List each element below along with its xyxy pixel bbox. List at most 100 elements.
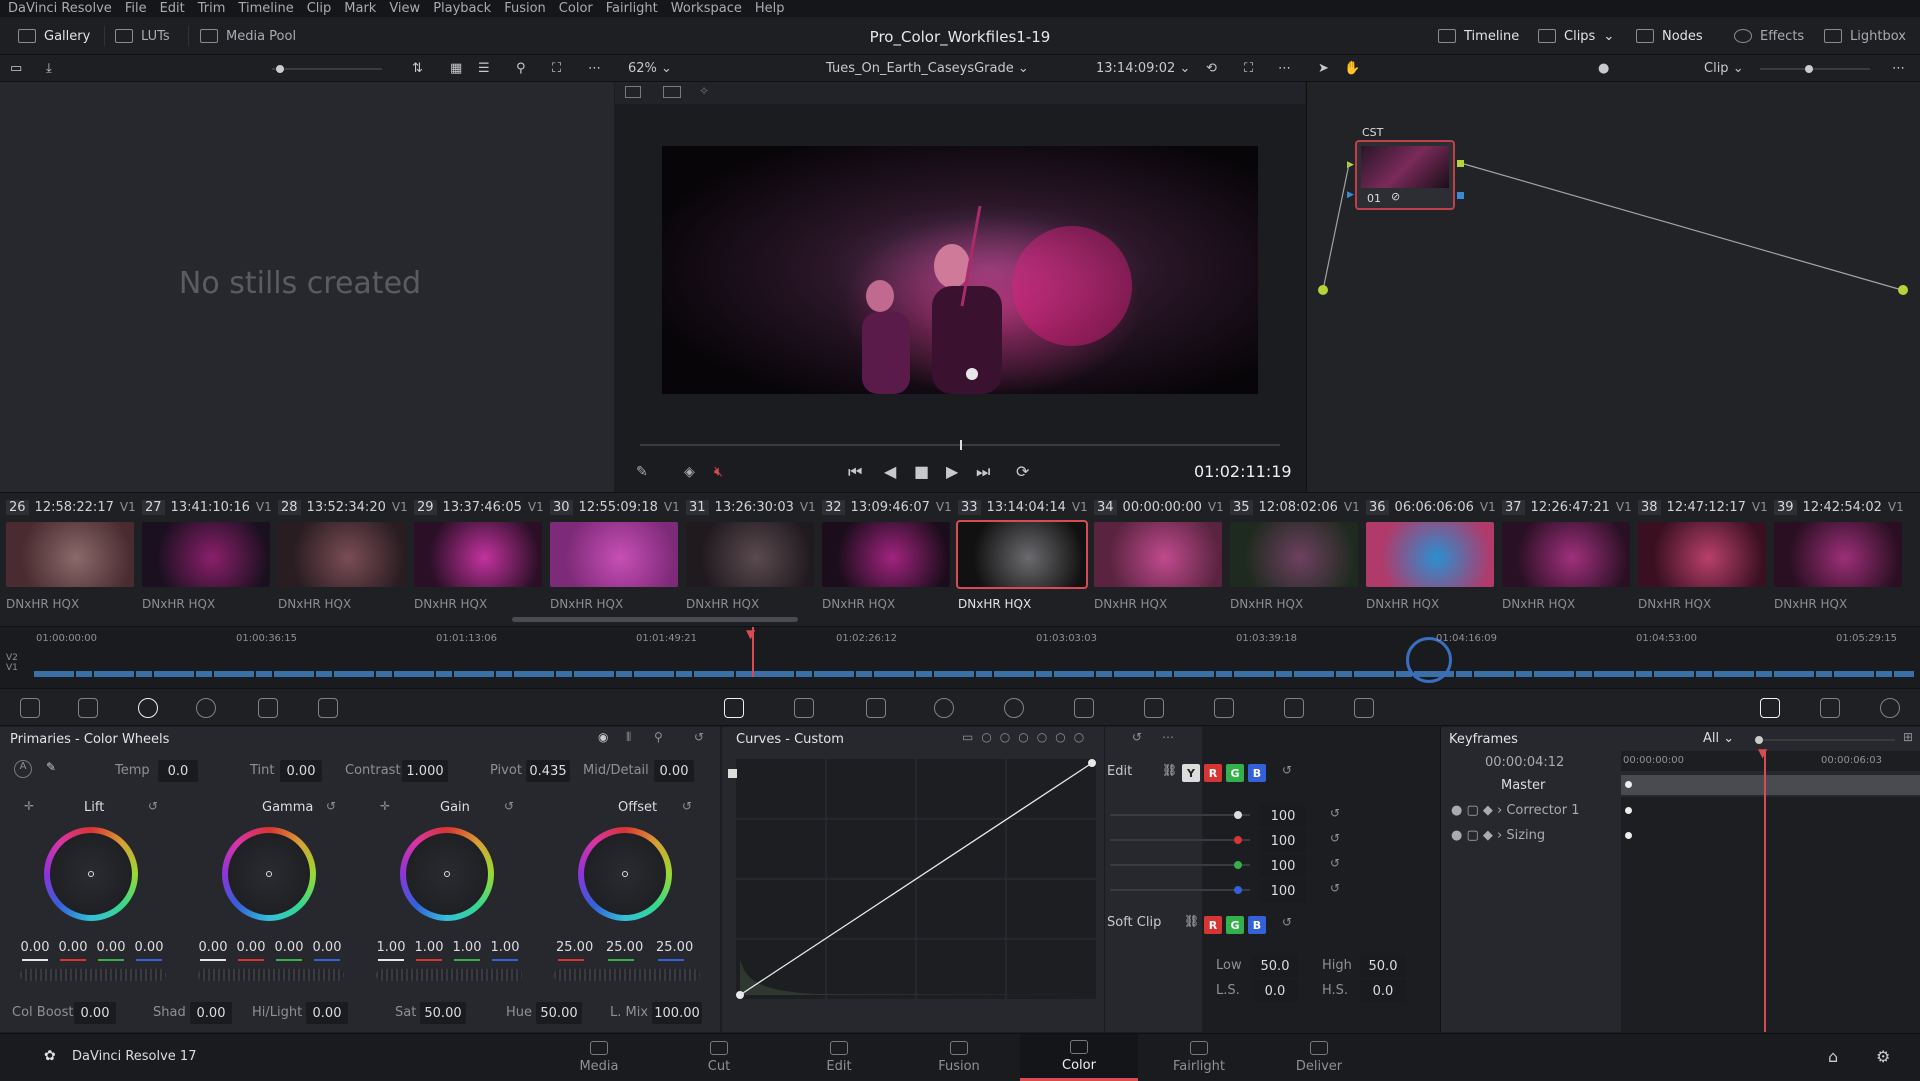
more-icon[interactable]: ⋯ (1162, 730, 1174, 744)
menu-item-edit[interactable]: Edit (160, 1, 185, 16)
luts-button[interactable]: LUTs (115, 17, 170, 55)
temp-field[interactable]: 0.0 (158, 760, 198, 782)
keyframe-filter-dropdown[interactable]: All ⌄ (1703, 731, 1734, 746)
crosshair-icon[interactable]: ✛ (24, 799, 34, 813)
lift-wheel-puck[interactable] (88, 871, 94, 877)
page-tab-cut[interactable]: Cut (660, 1034, 778, 1081)
menu-item-file[interactable]: File (125, 1, 147, 16)
key-icon[interactable] (1214, 698, 1234, 718)
offset-value-1[interactable]: 25.00 (606, 940, 643, 955)
node-editor[interactable]: CST 01 ⊘ ▶ ▶ (1306, 82, 1920, 492)
page-tab-fusion[interactable]: Fusion (900, 1034, 1018, 1081)
search-icon[interactable]: ⚲ (516, 55, 526, 82)
low-field[interactable]: 50.0 (1252, 955, 1298, 977)
zoom-icon[interactable]: ⚲ (654, 730, 663, 744)
ls-field[interactable]: 0.0 (1252, 980, 1298, 1002)
node-zoom-slider[interactable] (1760, 55, 1870, 82)
gamma-value-2[interactable]: 0.00 (272, 940, 306, 955)
primaries-bars-icon[interactable]: ◉ (598, 730, 608, 744)
clip-thumbnail-28[interactable]: 28 13:52:34:20 V1 DNxHR HQX (272, 493, 408, 627)
pivot-field[interactable]: 0.435 (526, 760, 570, 782)
auto-balance-icon[interactable]: A (14, 760, 32, 778)
gamma-value-1[interactable]: 0.00 (234, 940, 268, 955)
clip-strip-scrollbar[interactable] (512, 617, 798, 622)
more-icon[interactable]: ⋯ (1892, 55, 1905, 82)
timeline-selector[interactable]: Tues_On_Earth_CaseysGrade ⌄ (826, 55, 1029, 82)
page-tab-edit[interactable]: Edit (780, 1034, 898, 1081)
rgb-mixer-icon[interactable] (258, 698, 278, 718)
color-match-icon[interactable] (78, 698, 98, 718)
clips-button[interactable]: Clips ⌄ (1538, 17, 1614, 55)
col-boost-field[interactable]: 0.00 (74, 1002, 116, 1024)
clip-thumbnail-37[interactable]: 37 12:26:47:21 V1 DNxHR HQX (1496, 493, 1632, 627)
edit-slider-3[interactable] (1110, 886, 1250, 894)
reset-gamma-icon[interactable]: ↺ (326, 799, 336, 813)
curve-graph[interactable] (736, 759, 1096, 999)
menu-item-fairlight[interactable]: Fairlight (606, 1, 658, 16)
keyframe-dot[interactable] (1625, 807, 1632, 814)
thumbnail-size-slider[interactable] (272, 55, 382, 82)
motion-effects-icon[interactable] (318, 698, 338, 718)
link-icon[interactable]: ⛓ (1184, 914, 1199, 928)
qualifier-icon[interactable] (866, 698, 886, 718)
sat-field[interactable]: 50.00 (420, 1002, 466, 1024)
edit-slider-2[interactable] (1110, 861, 1250, 869)
expand-icon[interactable]: ⊞ (1903, 730, 1913, 744)
gain-wheel-puck[interactable] (444, 871, 450, 877)
color-wheels-icon[interactable] (138, 698, 158, 718)
link-icon[interactable]: ⛓ (1162, 763, 1177, 777)
window-icon[interactable] (934, 698, 954, 718)
reset-gain-icon[interactable]: ↺ (504, 799, 514, 813)
picker-icon[interactable]: ✎ (46, 760, 56, 774)
effects-button[interactable]: Effects (1734, 17, 1804, 55)
g-channel-button[interactable]: G (1226, 764, 1244, 782)
clip-thumbnail-32[interactable]: 32 13:09:46:07 V1 DNxHR HQX (816, 493, 952, 627)
gamma-value-3[interactable]: 0.00 (310, 940, 344, 955)
clip-thumbnail-31[interactable]: 31 13:26:30:03 V1 DNxHR HQX (680, 493, 816, 627)
keyframe-dot[interactable] (1625, 832, 1632, 839)
b-channel-button[interactable]: B (1248, 764, 1266, 782)
soft-clip-g-button[interactable]: G (1226, 916, 1244, 934)
clip-thumbnail-30[interactable]: 30 12:55:09:18 V1 DNxHR HQX (544, 493, 680, 627)
gain-value-2[interactable]: 1.00 (450, 940, 484, 955)
fullscreen-icon[interactable]: ⛶ (552, 55, 561, 82)
crosshair-icon[interactable]: ✛ (380, 799, 390, 813)
gear-icon[interactable]: ⚙ (1876, 1047, 1890, 1066)
clip-thumbnail-35[interactable]: 35 12:08:02:06 V1 DNxHR HQX (1224, 493, 1360, 627)
reset-icon[interactable]: ↺ (1330, 831, 1340, 845)
page-tab-color[interactable]: Color (1020, 1034, 1138, 1081)
primaries-log-icon[interactable]: ⦀ (626, 730, 631, 745)
hand-icon[interactable]: ✋ (1344, 55, 1360, 82)
skip-to-start-icon[interactable]: ⏮︎ (848, 462, 862, 482)
edit-value-0[interactable]: 100 (1260, 805, 1306, 827)
grid-view-icon[interactable]: ▦ (450, 55, 462, 82)
download-icon[interactable]: ⤓ (46, 55, 52, 82)
page-tab-media[interactable]: Media (540, 1034, 658, 1081)
gallery-button[interactable]: Gallery (18, 17, 90, 55)
scopes-icon[interactable] (1820, 698, 1840, 718)
clip-thumbnail-33[interactable]: 33 13:14:04:14 V1 DNxHR HQX (952, 493, 1088, 627)
play-icon[interactable]: ▶ (946, 462, 958, 481)
keyframe-dot[interactable] (1625, 781, 1632, 788)
offset-color-wheel[interactable] (578, 827, 672, 921)
more-icon[interactable]: ⋯ (1278, 55, 1291, 82)
curve-mode-icons[interactable]: ▭○○○○○○ (962, 730, 1092, 744)
menu-item-davinci-resolve[interactable]: DaVinci Resolve (8, 1, 112, 16)
lift-value-2[interactable]: 0.00 (94, 940, 128, 955)
mode-dropdown[interactable]: Clip ⌄ (1704, 55, 1744, 82)
keyframe-zoom-slider[interactable] (1755, 736, 1895, 744)
edit-slider-0[interactable] (1110, 811, 1250, 819)
split-view-icon[interactable] (663, 86, 681, 98)
v1-track-clips[interactable] (34, 671, 1914, 677)
3d-icon[interactable] (1354, 698, 1374, 718)
keyframe-row-corrector[interactable]: ● ▢ ◆ › Corrector 1 (1451, 803, 1580, 818)
lightbox-button[interactable]: Lightbox (1824, 17, 1906, 55)
menu-item-trim[interactable]: Trim (198, 1, 226, 16)
menu-item-mark[interactable]: Mark (344, 1, 376, 16)
menu-item-timeline[interactable]: Timeline (238, 1, 293, 16)
reset-icon[interactable]: ↺ (1330, 881, 1340, 895)
lift-master-wheel[interactable] (20, 969, 166, 981)
fullscreen-viewer-icon[interactable]: ⛶ (1244, 55, 1253, 82)
timeline-button[interactable]: Timeline (1438, 17, 1519, 55)
lift-value-1[interactable]: 0.00 (56, 940, 90, 955)
